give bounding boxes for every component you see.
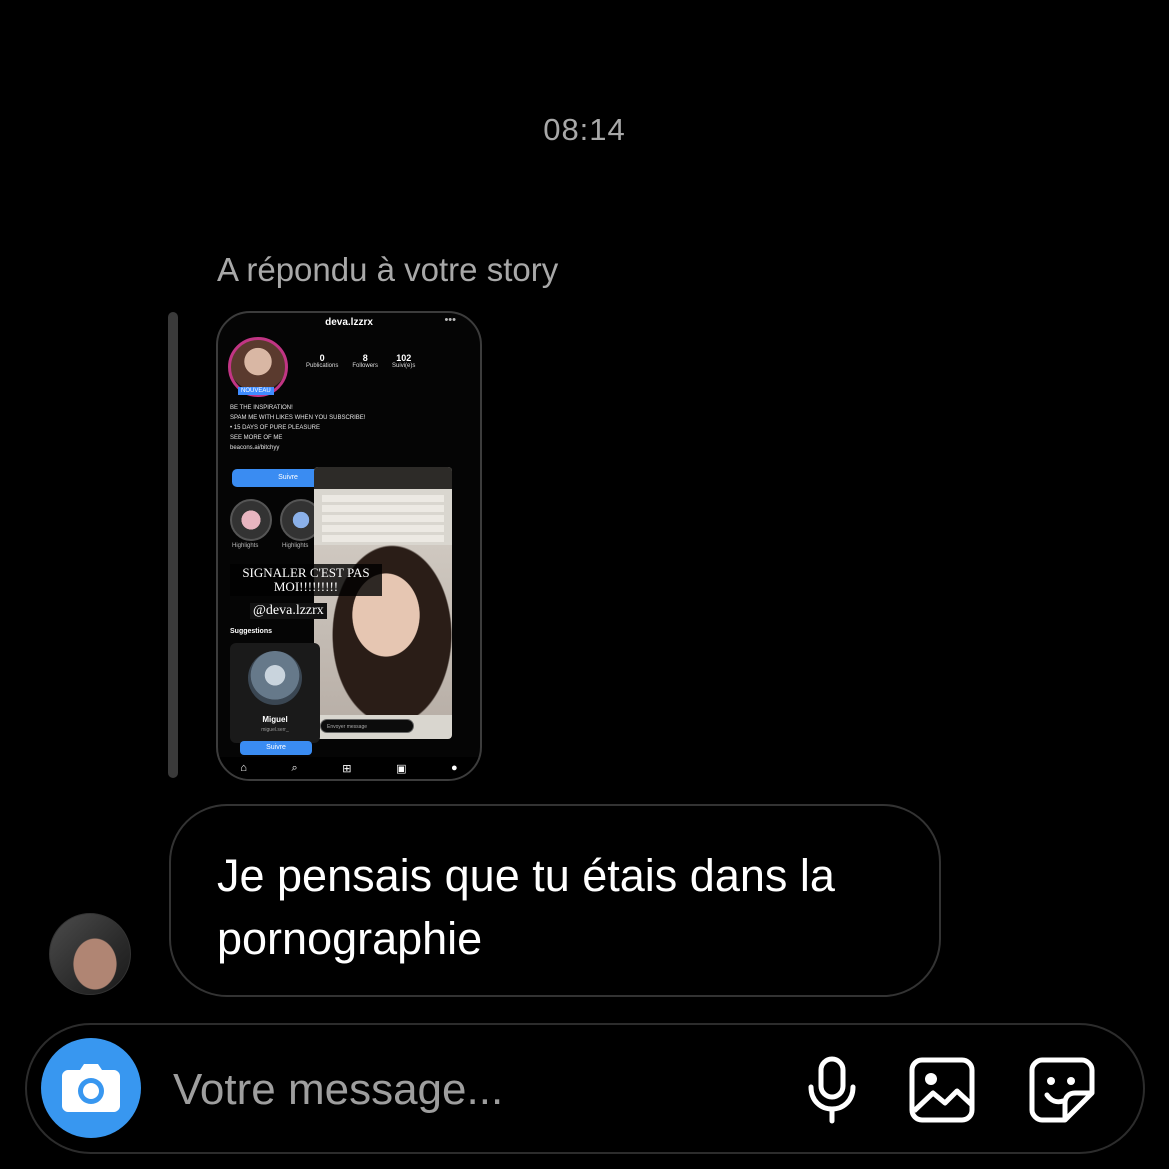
story-highlight-1 [230,499,272,541]
more-icon: ••• [444,314,456,326]
overlay-text-block [322,495,444,551]
profile-icon: ● [451,762,458,774]
story-suggestion-card: Miguel miguel.serr_ [230,643,320,743]
story-suggestions-label: Suggestions [230,628,273,635]
microphone-icon[interactable] [797,1055,867,1125]
story-new-badge: NOUVEAU [238,387,274,395]
story-overlay-caption: SIGNALER C'EST PAS MOI!!!!!!!!! [230,564,382,596]
camera-button[interactable] [41,1038,141,1138]
suggestion-avatar [248,651,302,705]
add-icon: ⊞ [342,762,352,775]
timestamp: 08:14 [543,112,626,147]
sender-avatar[interactable] [49,913,131,995]
message-bubble[interactable]: Je pensais que tu étais dans la pornogra… [169,804,941,997]
story-stats: 0 Publications 8 Followers 102 Suivi(e)s [306,353,415,369]
search-icon: ⌕ [291,761,298,774]
story-highlight-label-2: Highlights [282,543,309,549]
message-input[interactable]: Votre message... [173,1065,503,1115]
story-overlay-handle: @deva.lzzrx [250,603,327,619]
camera-icon [62,1064,120,1112]
story-highlight-label-1: Highlights [232,543,259,549]
sticker-icon[interactable] [1027,1055,1097,1125]
story-bottom-nav: ⌂ ⌕ ⊞ ▣ ● [218,757,480,779]
story-preview[interactable]: deva.lzzrx ••• NOUVEAU 0 Publications 8 Fo… [216,311,482,781]
reply-label: A répondu à votre story [217,251,559,288]
gallery-icon[interactable] [907,1055,977,1125]
home-icon: ⌂ [240,762,247,774]
reels-icon: ▣ [396,762,407,775]
stat-publications: 0 Publications [306,353,339,369]
story-overlay-panel: Envoyer message [314,467,452,739]
suggestion-name: Miguel [262,715,288,724]
reply-indicator-bar [168,312,178,778]
story-suggestion-follow: Suivre [240,741,312,755]
overlay-message-bar: Envoyer message [320,719,414,733]
stat-following: 102 Suivi(e)s [392,353,416,369]
stat-followers: 8 Followers [352,353,379,369]
overlay-header [314,467,452,489]
story-bio: BE THE INSPIRATION! SPAM ME WITH LIKES W… [230,405,366,451]
story-username: deva.lzzrx [325,317,373,328]
suggestion-username: miguel.serr_ [261,727,289,733]
message-composer: Votre message... [25,1023,1145,1154]
